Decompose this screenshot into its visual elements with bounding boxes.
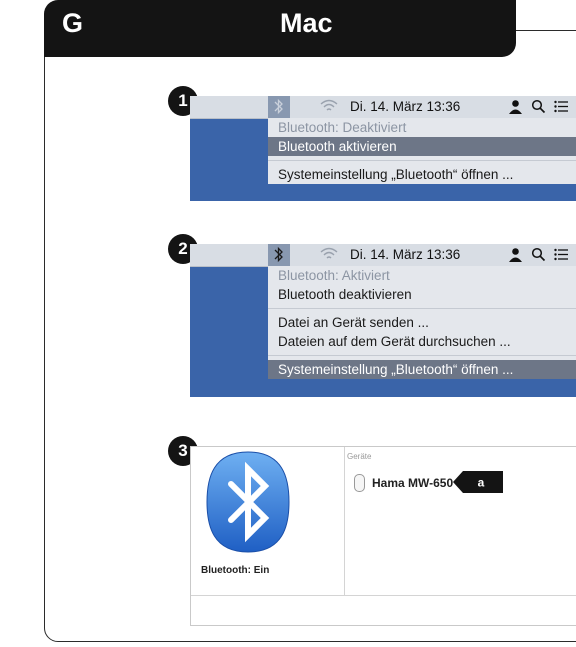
callout-label: a [478,476,485,490]
menu-item-bluetooth-deactivate[interactable]: Bluetooth deaktivieren [268,285,576,304]
menu-bar: Di. 14. März 13:36 [190,244,576,267]
wifi-icon [320,99,338,111]
pane-divider [344,447,345,595]
user-icon[interactable] [508,247,523,262]
bluetooth-menu-button[interactable] [268,96,290,118]
menubar-datetime: Di. 14. März 13:36 [350,99,461,114]
bluetooth-icon [274,98,283,115]
mouse-icon [354,474,365,492]
bluetooth-dropdown-menu: Bluetooth: Deaktiviert Bluetooth aktivie… [268,118,576,184]
menu-bar: Di. 14. März 13:36 [190,96,576,119]
devices-heading: Geräte [347,452,372,461]
menu-item-bluetooth-status: Bluetooth: Aktiviert [278,268,390,283]
screenshot-step-1: Di. 14. März 13:36 Bluetooth: Deaktivier… [190,96,576,201]
device-name: Hama MW-650 [372,476,454,490]
menu-separator [268,308,576,309]
menu-item-bluetooth-activate[interactable]: Bluetooth aktivieren [268,137,576,156]
screenshot-step-2: Di. 14. März 13:36 Bluetooth: Aktiviert … [190,244,576,397]
menu-item-bluetooth-status: Bluetooth: Deaktiviert [278,120,407,135]
menu-item-send-file[interactable]: Datei an Gerät senden ... [268,313,576,332]
search-icon[interactable] [531,247,546,262]
menu-item-browse-device[interactable]: Dateien auf dem Gerät durchsuchen ... [268,332,576,351]
section-title: Mac [280,8,333,38]
menu-separator [268,355,576,356]
bluetooth-menu-button[interactable] [268,244,290,266]
menu-item-open-bluetooth-prefs[interactable]: Systemeinstellung „Bluetooth“ öffnen ... [268,165,576,184]
user-icon[interactable] [508,99,523,114]
callout-a: a [453,471,503,493]
bluetooth-dropdown-menu: Bluetooth: Aktiviert Bluetooth deaktivie… [268,266,576,379]
pane-divider [191,595,576,596]
bluetooth-status-label: Bluetooth: Ein [201,565,270,576]
menubar-datetime: Di. 14. März 13:36 [350,247,461,262]
notification-list-icon[interactable] [554,100,568,113]
notification-list-icon[interactable] [554,248,568,261]
search-icon[interactable] [531,99,546,114]
section-letter: G [62,8,84,38]
wifi-icon [320,247,338,259]
screenshot-step-3: Bluetooth: Ein Geräte Hama MW-650 a [190,446,576,626]
menu-separator [268,160,576,161]
bluetooth-icon [274,246,283,263]
menu-item-open-bluetooth-prefs[interactable]: Systemeinstellung „Bluetooth“ öffnen ... [268,360,576,379]
bluetooth-logo-icon [206,451,290,553]
